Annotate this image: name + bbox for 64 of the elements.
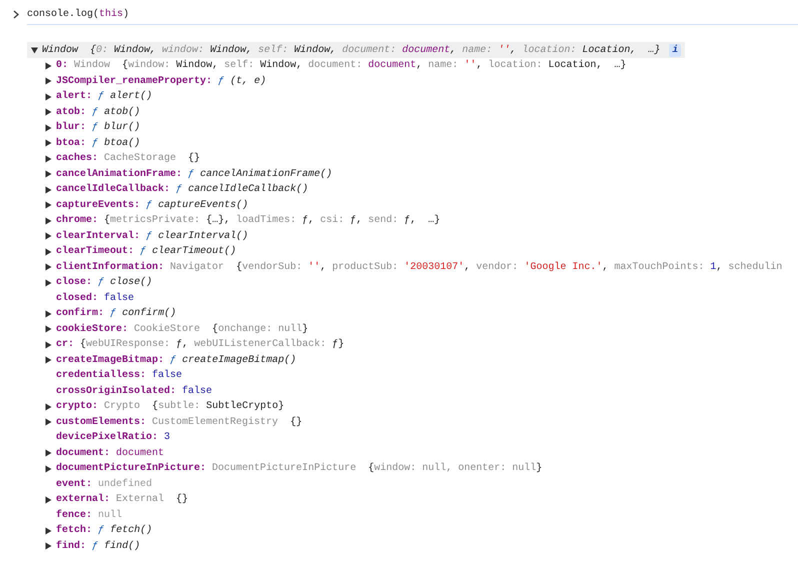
expand-triangle-icon[interactable] xyxy=(45,124,52,132)
property-line: close: ƒ close() xyxy=(56,277,152,288)
collapse-triangle-icon[interactable] xyxy=(31,46,38,54)
property-line: devicePixelRatio: 3 xyxy=(56,432,170,444)
expand-triangle-icon[interactable] xyxy=(45,170,52,178)
expand-triangle-icon[interactable] xyxy=(45,402,52,411)
property-line: cr: {webUIResponse: ƒ, webUIListenerCallback: ƒ} xyxy=(56,339,344,350)
expand-triangle-icon[interactable] xyxy=(45,310,52,318)
property-line: cancelIdleCallback: ƒ cancelIdleCallback() xyxy=(56,184,308,196)
property-line: btoa: ƒ btoa() xyxy=(56,138,140,149)
command-text: console.log(this) xyxy=(27,8,130,20)
property-line: atob: ƒ atob() xyxy=(56,106,140,118)
expand-triangle-icon[interactable] xyxy=(45,418,52,426)
expand-triangle-icon[interactable] xyxy=(45,263,52,272)
expand-triangle-icon[interactable] xyxy=(45,542,52,550)
expand-triangle-icon[interactable] xyxy=(45,356,52,364)
expand-triangle-icon[interactable] xyxy=(45,201,52,210)
property-line: document: document xyxy=(56,448,164,459)
object-summary: Window {0: Window, window: Window, self: Window, document: document, name: '', location: Location, …} xyxy=(42,44,660,56)
property-line: alert: ƒ alert() xyxy=(56,91,152,102)
expand-triangle-icon[interactable] xyxy=(45,340,52,349)
property-line: closed: false xyxy=(56,292,134,304)
property-line: 0: Window {window: Window, self: Window, document: document, name: '', location: Location, …} xyxy=(56,60,626,72)
property-line: cookieStore: CookieStore {onchange: null} xyxy=(56,324,308,335)
expand-triangle-icon[interactable] xyxy=(45,216,52,225)
expand-triangle-icon[interactable] xyxy=(45,62,52,70)
property-line: blur: ƒ blur() xyxy=(56,122,140,134)
property-line: chrome: {metricsPrivate: {…}, loadTimes: ƒ, csi: ƒ, send: ƒ, …} xyxy=(56,215,440,226)
expand-triangle-icon[interactable] xyxy=(45,92,52,101)
property-line: fence: null xyxy=(56,510,122,521)
property-line: confirm: ƒ confirm() xyxy=(56,308,176,320)
property-line: event: undefined xyxy=(56,478,152,490)
property-line: external: External {} xyxy=(56,494,188,506)
property-line: documentPictureInPicture: DocumentPictureInPicture {window: null, onenter: null} xyxy=(56,463,542,474)
expand-triangle-icon[interactable] xyxy=(45,232,52,240)
expand-triangle-icon[interactable] xyxy=(45,325,52,334)
selected-tree-row[interactable]: Window {0: Window, window: Window, self: Window, document: document, name: '', location: Location, …} i xyxy=(27,42,686,58)
property-line: caches: CacheStorage {} xyxy=(56,153,200,164)
property-line: JSCompiler_renameProperty: ƒ (t, e) xyxy=(56,76,266,87)
expand-triangle-icon[interactable] xyxy=(45,108,52,116)
expand-triangle-icon[interactable] xyxy=(45,496,52,504)
expand-triangle-icon[interactable] xyxy=(45,139,52,148)
property-line: fetch: ƒ fetch() xyxy=(56,525,152,536)
property-line: crossOriginIsolated: false xyxy=(56,386,212,397)
property-line: captureEvents: ƒ captureEvents() xyxy=(56,200,248,211)
property-line: crypto: Crypto {subtle: SubtleCrypto} xyxy=(56,401,284,412)
property-line: customElements: CustomElementRegistry {} xyxy=(56,416,302,428)
property-line: clientInformation: Navigator {vendorSub: '', productSub: '20030107', vendor: 'Google Inc.', maxTouchPoints: 1, schedulin xyxy=(56,262,782,273)
prompt-chevron-icon xyxy=(13,10,20,19)
info-badge[interactable]: i xyxy=(669,44,682,56)
expand-triangle-icon[interactable] xyxy=(45,449,52,458)
property-line: credentialless: false xyxy=(56,370,182,382)
expand-triangle-icon[interactable] xyxy=(45,278,52,287)
expand-triangle-icon[interactable] xyxy=(45,77,52,86)
expand-triangle-icon[interactable] xyxy=(45,186,52,194)
property-line: createImageBitmap: ƒ createImageBitmap() xyxy=(56,354,296,366)
property-line: clearInterval: ƒ clearInterval() xyxy=(56,230,248,242)
property-line: clearTimeout: ƒ clearTimeout() xyxy=(56,246,236,258)
expand-triangle-icon[interactable] xyxy=(45,248,52,256)
property-line: find: ƒ find() xyxy=(56,540,140,552)
expand-triangle-icon[interactable] xyxy=(45,526,52,535)
expand-triangle-icon[interactable] xyxy=(45,154,52,163)
expand-triangle-icon[interactable] xyxy=(45,464,52,473)
property-line: cancelAnimationFrame: ƒ cancelAnimationFrame() xyxy=(56,168,332,180)
